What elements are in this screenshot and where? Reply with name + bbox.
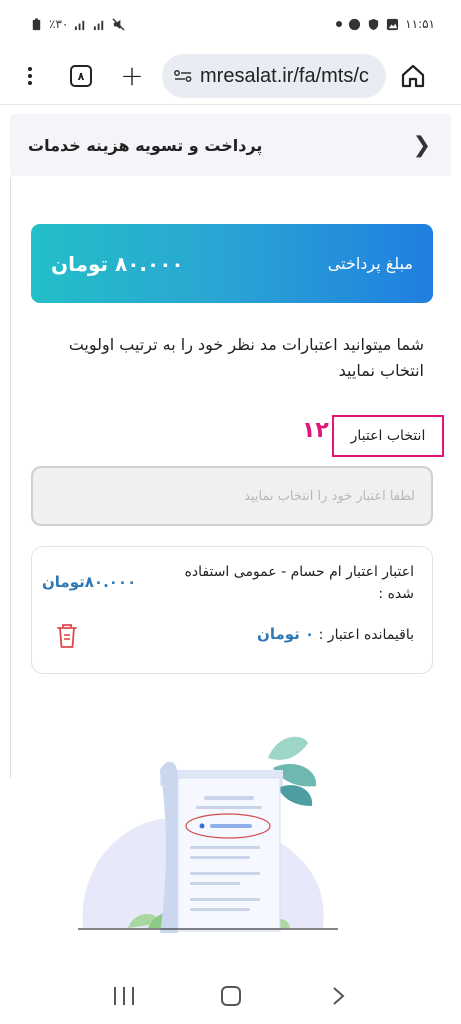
remaining-credit-label: باقیمانده اعتبار : — [318, 627, 414, 643]
notification-dot-icon — [336, 21, 343, 27]
browser-toolbar: ۸ + mresalat.ir/fa/mts/c — [0, 48, 461, 104]
chat-icon — [349, 18, 361, 30]
credit-select-placeholder: لطفا اعتبار خود را انتخاب نمایید — [244, 488, 415, 504]
site-settings-icon[interactable] — [174, 69, 192, 83]
battery-icon — [32, 17, 41, 30]
remaining-credit: باقیمانده اعتبار : ۰ تومان — [257, 625, 414, 643]
content-divider — [10, 178, 11, 778]
credit-item-title: اعتبار اعتبار ام حسام - عمومی استفاده شد… — [184, 564, 414, 602]
battery-percent: ٪۳۰ — [49, 17, 69, 31]
address-bar[interactable]: mresalat.ir/fa/mts/c — [162, 54, 386, 98]
page-title: پرداخت و تسویه هزینه خدمات — [28, 135, 263, 155]
mute-icon — [112, 17, 125, 31]
credit-item-price: ۸۰.۰۰۰تومان — [42, 573, 137, 591]
document-illustration — [78, 736, 338, 933]
page-header: پرداخت و تسویه هزینه خدمات ❯ — [10, 114, 451, 176]
gallery-icon — [387, 18, 399, 30]
home-button-icon[interactable] — [221, 986, 242, 1006]
payment-label: مبلغ پرداختی — [327, 254, 413, 273]
menu-icon[interactable] — [16, 62, 44, 90]
payment-amount: ۸۰.۰۰۰ تومان — [51, 251, 184, 276]
back-icon[interactable] — [329, 986, 347, 1006]
select-credit-label: انتخاب اعتبار — [332, 415, 444, 457]
signal-4g-icon — [94, 20, 104, 30]
credit-description: شما میتوانید اعتبارات مد نظر خود را به ت… — [68, 335, 424, 380]
status-right: ۱۱:۵۱ — [336, 17, 435, 31]
status-bar: ٪۳۰ ۱۱:۵۱ — [0, 0, 461, 48]
step-number-annotation: ۱۲ — [302, 418, 329, 443]
trash-icon[interactable] — [56, 623, 78, 649]
home-icon[interactable] — [400, 63, 426, 89]
payment-amount-card: ۸۰.۰۰۰ تومان مبلغ پرداختی — [31, 224, 433, 303]
tabs-button[interactable]: ۸ — [70, 65, 92, 87]
toolbar-divider — [0, 104, 461, 105]
status-left: ٪۳۰ — [30, 17, 125, 31]
credit-select[interactable]: لطفا اعتبار خود را انتخاب نمایید — [31, 466, 433, 526]
clock: ۱۱:۵۱ — [405, 17, 435, 31]
url-text: mresalat.ir/fa/mts/c — [200, 64, 369, 87]
recent-apps-icon[interactable] — [113, 987, 134, 1005]
new-tab-icon[interactable]: + — [120, 62, 144, 90]
system-nav-bar — [0, 968, 461, 1024]
chevron-right-icon[interactable]: ❯ — [413, 133, 431, 158]
credit-item: اعتبار اعتبار ام حسام - عمومی استفاده شد… — [31, 546, 433, 674]
remaining-credit-value: ۰ تومان — [257, 625, 315, 643]
shield-icon — [369, 18, 379, 30]
signal-icon — [75, 20, 85, 30]
